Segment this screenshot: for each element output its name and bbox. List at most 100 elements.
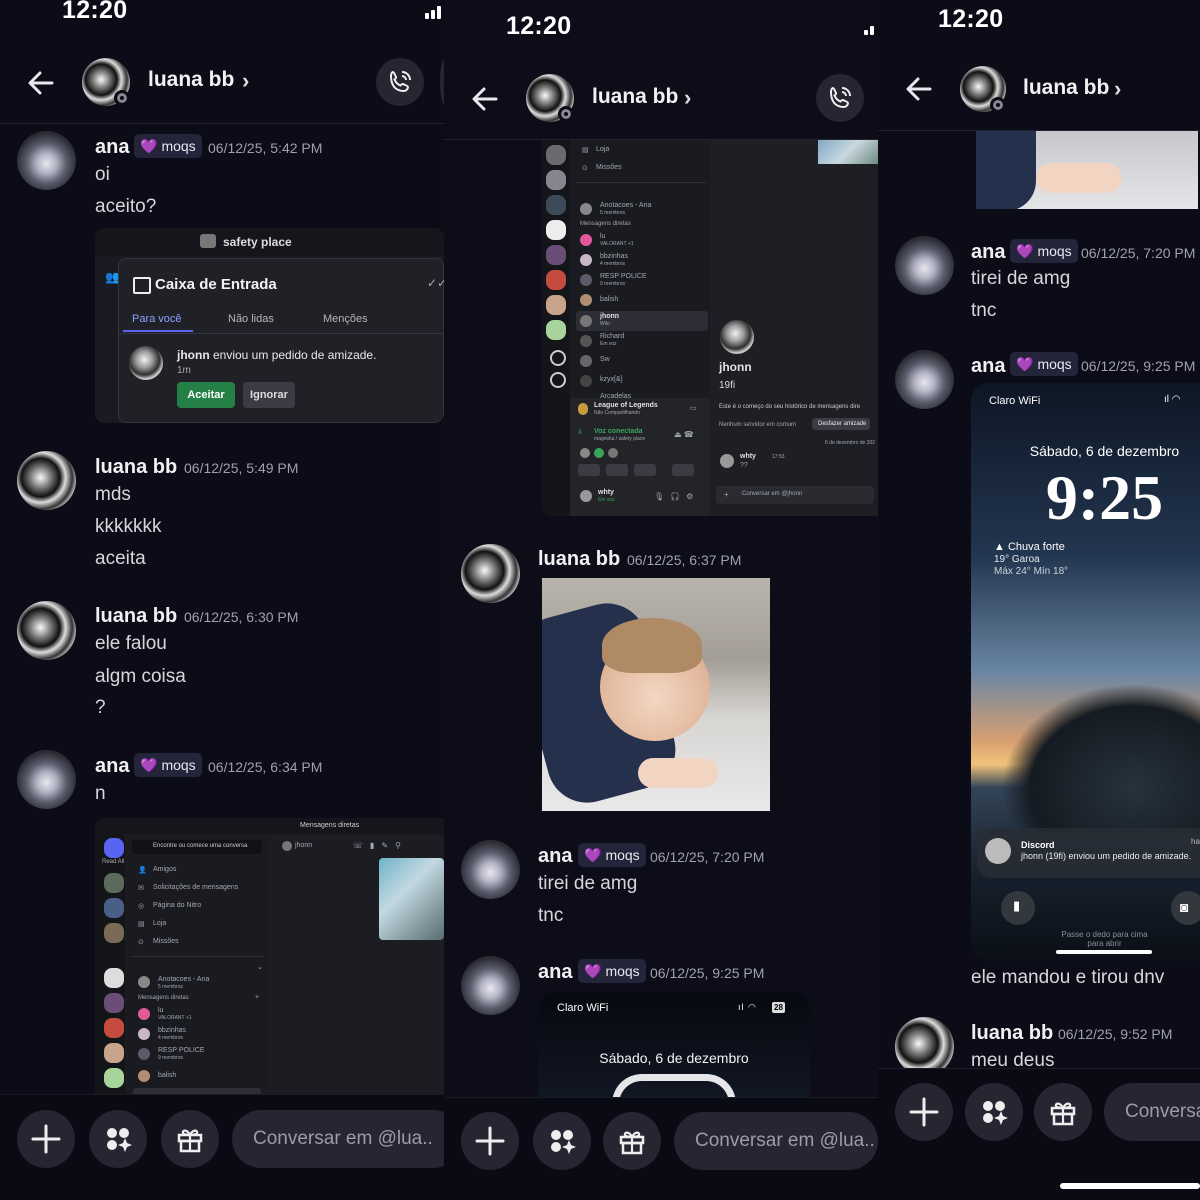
nav-friends[interactable]: Amigos [153,866,176,873]
dm-item-name[interactable]: RESP POLICE [600,273,647,280]
nav-shop[interactable]: Loja [153,920,166,927]
call-button[interactable] [816,74,864,122]
author-name[interactable]: luana bb [95,605,177,628]
nav-nitro[interactable]: Página do Nitro [153,902,201,909]
server-icon[interactable] [104,1068,124,1088]
author-avatar[interactable] [17,750,76,809]
gift-button[interactable] [603,1112,661,1170]
disconnect-icon[interactable]: ⏏ ☎ [674,430,694,439]
author-name[interactable]: ana [538,961,572,984]
author-avatar[interactable] [895,236,954,295]
game-screenshot-image[interactable] [379,858,444,940]
dm-item-selected[interactable] [576,311,708,331]
activity-button[interactable] [634,464,656,476]
server-icon[interactable] [546,145,566,165]
server-icon[interactable] [546,320,566,340]
add-button[interactable] [17,1110,75,1168]
nav-requests[interactable]: Solicitações de mensagens [153,884,238,891]
chevron-right-icon[interactable]: › [1114,76,1121,102]
server-icon[interactable] [546,195,566,215]
accept-button[interactable]: Aceitar [177,382,235,408]
back-arrow-icon[interactable] [26,68,56,98]
author-name[interactable]: ana [95,755,129,778]
tab-for-you[interactable]: Para você [132,313,182,325]
server-icon[interactable] [104,1043,124,1063]
author-name[interactable]: luana bb [538,548,620,571]
dm-item-name[interactable]: Richard [600,333,624,340]
discord-desktop-screenshot[interactable]: ▤ Loja ⊙ Missões Anotacoes - Ana 5 membr… [542,140,878,516]
share-button[interactable] [606,464,628,476]
tab-unread[interactable]: Não lidas [228,313,274,325]
author-name[interactable]: ana [538,845,572,868]
server-icon[interactable] [546,220,566,240]
nav-quests[interactable]: Missões [596,164,622,171]
author-name[interactable]: luana bb [971,1022,1053,1045]
chevron-right-icon[interactable]: › [684,85,691,111]
server-icon[interactable] [546,245,566,265]
add-button[interactable] [461,1112,519,1170]
author-avatar[interactable] [17,131,76,190]
contact-name[interactable]: luana bb [148,68,234,92]
screen-share-icon[interactable]: ▭ [690,404,697,412]
mark-read-icon[interactable]: ✓✓ [427,276,444,290]
contact-name[interactable]: luana bb [1023,76,1109,100]
ignore-button[interactable]: Ignorar [243,382,295,408]
author-avatar[interactable] [461,840,520,899]
dm-item-name[interactable]: kzyx[&] [600,376,623,383]
message-input[interactable]: Conversar em @lua.. [674,1112,878,1170]
dm-item-name[interactable]: jhonn [600,313,619,320]
dm-item-name[interactable]: lu [600,233,605,240]
message-input[interactable]: Conversa [1104,1083,1200,1141]
nav-quests[interactable]: Missões [153,938,179,945]
contact-name[interactable]: luana bb [592,85,678,109]
add-button[interactable] [895,1083,953,1141]
server-icon[interactable] [104,993,124,1013]
dm-item-name[interactable]: RESP POLICE [158,1047,205,1054]
discord-home-icon[interactable] [104,838,124,858]
dm-item-name[interactable]: lu [158,1007,163,1014]
dm-item-name[interactable]: balish [600,296,618,303]
plus-icon[interactable]: + [724,490,729,499]
add-server-icon[interactable] [550,350,566,366]
dm-item-name[interactable]: Sw [600,356,610,363]
author-avatar[interactable] [461,544,520,603]
author-name[interactable]: ana [971,355,1005,378]
server-icon[interactable] [546,170,566,190]
read-all-label[interactable]: Read All [102,859,124,865]
gift-button[interactable] [1034,1083,1092,1141]
server-icon[interactable] [104,898,124,918]
group-name[interactable]: Anotacoes - Ana [158,976,209,983]
server-icon[interactable] [104,923,124,943]
apps-button[interactable] [89,1110,147,1168]
dm-header-actions-icon[interactable]: ☏▮✎⚲ [353,841,408,850]
child-photo-image[interactable] [976,131,1198,209]
chevron-down-icon[interactable]: ⌄ [257,963,263,971]
apps-button[interactable] [533,1112,591,1170]
dm-list-screenshot[interactable]: Mensagens diretas Read All Encontre ou c… [95,818,444,1098]
camera-button[interactable] [578,464,600,476]
author-avatar[interactable] [461,956,520,1015]
lockscreen-screenshot[interactable]: Claro WiFi ıl ◠ Sábado, 6 de dezembro 9:… [971,383,1200,961]
nav-shop[interactable]: Loja [596,146,609,153]
server-icon[interactable] [104,1018,124,1038]
dm-item-name[interactable]: balish [158,1072,176,1079]
author-name[interactable]: luana bb [95,456,177,479]
mic-headset-settings-icon[interactable]: 🎙🎧⚙ [654,492,699,501]
group-name[interactable]: Anotacoes - Ana [600,202,651,209]
server-icon[interactable] [546,295,566,315]
discover-icon[interactable] [550,372,566,388]
apps-button[interactable] [965,1083,1023,1141]
back-arrow-icon[interactable] [470,84,500,114]
dm-item-name[interactable]: bbzinhas [158,1027,186,1034]
server-icon[interactable] [104,873,124,893]
inbox-screenshot[interactable]: safety place 👥 Caixa de Entrada ✓✓ Para … [95,228,444,423]
author-avatar[interactable] [17,601,76,660]
chevron-right-icon[interactable]: › [242,68,249,94]
call-button[interactable] [376,58,424,106]
add-dm-icon[interactable]: + [255,994,259,1001]
child-photo-image[interactable] [542,578,770,811]
tab-mentions[interactable]: Menções [323,313,368,325]
author-avatar[interactable] [17,451,76,510]
author-name[interactable]: ana [971,241,1005,264]
server-icon[interactable] [546,270,566,290]
